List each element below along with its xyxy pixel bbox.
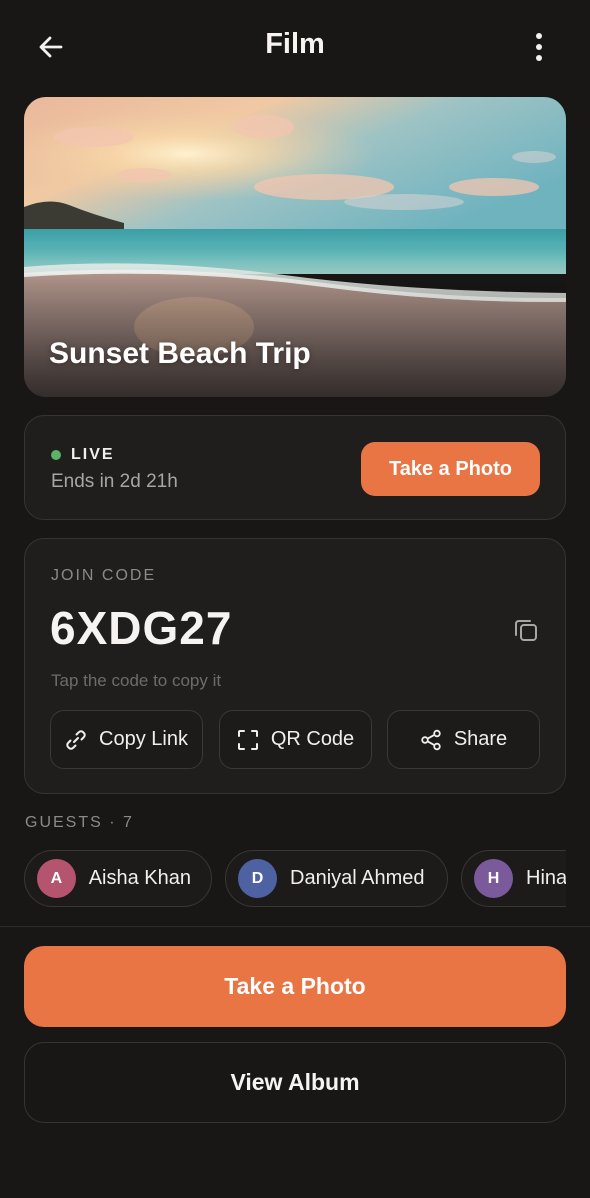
live-status-card: LIVE Ends in 2d 21h Take a Photo <box>24 415 566 520</box>
share-icon <box>421 729 441 750</box>
copy-hint-text: Tap the code to copy it <box>51 671 222 690</box>
join-code-value[interactable]: 6XDG27 <box>50 601 232 655</box>
link-icon <box>66 729 86 750</box>
bottom-action-bar: Take a Photo View Album <box>0 926 590 1198</box>
app-header: Film <box>0 0 590 92</box>
live-label: LIVE <box>71 446 115 463</box>
more-options-button[interactable] <box>518 26 560 68</box>
view-album-button[interactable]: View Album <box>24 1042 566 1123</box>
avatar: A <box>37 859 76 898</box>
guest-chip[interactable]: H Hina <box>461 850 566 907</box>
copy-link-label: Copy Link <box>99 728 188 750</box>
avatar: D <box>238 859 277 898</box>
join-code-label: JOIN CODE <box>51 567 157 584</box>
more-vertical-icon <box>536 33 542 61</box>
copy-code-button[interactable] <box>509 613 543 647</box>
qr-code-button[interactable]: QR Code <box>219 710 372 769</box>
guest-chip[interactable]: D Daniyal Ahmed <box>225 850 448 907</box>
event-title: Sunset Beach Trip <box>49 337 311 370</box>
share-button[interactable]: Share <box>387 710 540 769</box>
guest-name: Aisha Khan <box>88 867 191 889</box>
avatar: H <box>474 859 513 898</box>
copy-link-button[interactable]: Copy Link <box>50 710 203 769</box>
guests-list[interactable]: A Aisha Khan D Daniyal Ahmed H Hina <box>24 850 566 908</box>
ends-in-text: Ends in 2d 21h <box>51 471 178 492</box>
guest-chip[interactable]: A Aisha Khan <box>24 850 212 907</box>
qr-code-label: QR Code <box>270 728 355 750</box>
live-indicator: LIVE <box>51 446 115 464</box>
qr-scan-icon <box>237 729 258 750</box>
take-photo-button[interactable]: Take a Photo <box>361 442 540 496</box>
page-title: Film <box>265 28 325 60</box>
guest-name: Hina <box>526 867 566 889</box>
live-dot-icon <box>51 450 61 460</box>
share-label: Share <box>453 728 508 750</box>
join-code-card: JOIN CODE 6XDG27 Tap the code to copy it… <box>24 538 566 794</box>
guests-header: GUESTS · 7 <box>25 814 134 831</box>
guest-name: Daniyal Ahmed <box>290 867 425 889</box>
take-photo-primary-button[interactable]: Take a Photo <box>24 946 566 1027</box>
copy-icon <box>515 620 537 641</box>
hero-image-card: Sunset Beach Trip <box>24 97 566 397</box>
